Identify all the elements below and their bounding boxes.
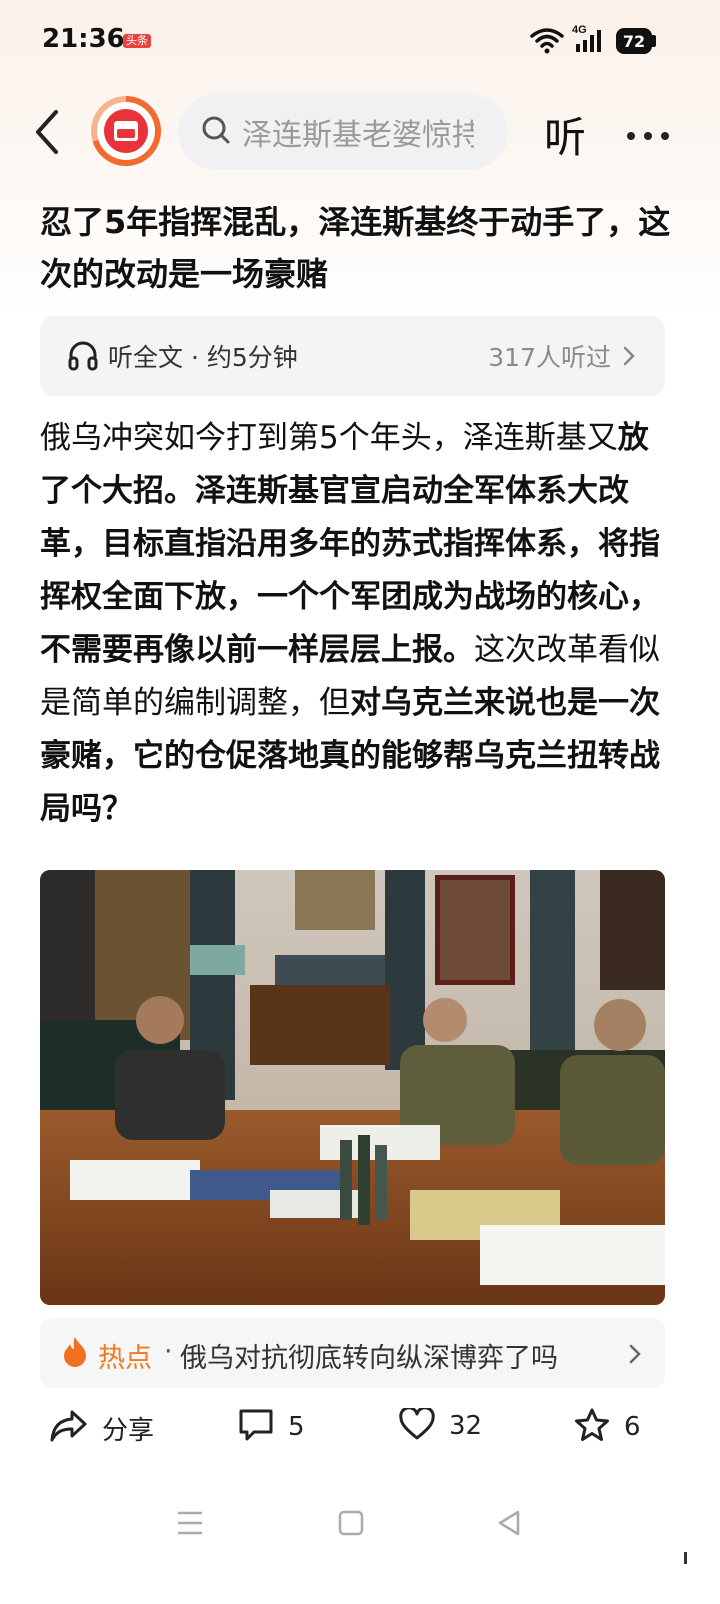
- like-button[interactable]: 32: [399, 1406, 483, 1444]
- favorite-count: 6: [624, 1412, 641, 1442]
- article-photo[interactable]: [40, 870, 665, 1305]
- status-bar: 21:36 头条 4G 72: [0, 0, 720, 82]
- screen-edge-indicator: [684, 1552, 687, 1564]
- flame-icon: [62, 1336, 88, 1372]
- hot-topic-bar[interactable]: 热点 · 俄乌对抗彻底转向纵深博弈了吗: [40, 1318, 665, 1388]
- top-nav: 泽连斯基老婆惊持 听: [0, 88, 720, 176]
- system-nav-bar: [0, 1490, 720, 1570]
- more-icon[interactable]: [626, 126, 670, 145]
- share-label: 分享: [102, 1415, 155, 1446]
- search-icon: [200, 114, 232, 150]
- signal-icon: 4G: [572, 22, 606, 58]
- article-title: 忍了5年指挥混乱，泽连斯基终于动手了，这次的改动是一场豪赌: [40, 203, 671, 293]
- star-icon: [574, 1408, 610, 1446]
- favorite-button[interactable]: 6: [574, 1408, 641, 1446]
- back-nav-icon[interactable]: [496, 1510, 522, 1540]
- body-text-1: 俄乌冲突如今打到第5个年头，泽连斯基又: [40, 420, 618, 456]
- battery-tip: [652, 35, 656, 47]
- share-button[interactable]: 分享: [50, 1408, 154, 1448]
- wifi-icon: [530, 26, 564, 58]
- home-icon[interactable]: [338, 1510, 364, 1540]
- share-icon: [50, 1408, 88, 1448]
- like-count: 32: [449, 1411, 483, 1441]
- battery-indicator: 72: [616, 28, 652, 54]
- article-body: 俄乌冲突如今打到第5个年头，泽连斯基又放了个大招。泽连斯基官宣启动全军体系大改革…: [40, 412, 666, 836]
- hot-topic-text: 俄乌对抗彻底转向纵深博弈了吗: [180, 1343, 558, 1374]
- action-bar: 分享 5 32 6: [0, 1398, 720, 1468]
- listen-label: 听全文 · 约5分钟: [108, 343, 298, 372]
- listen-button[interactable]: 听: [544, 104, 586, 165]
- search-placeholder: 泽连斯基老婆惊持: [242, 118, 474, 153]
- comment-count: 5: [288, 1412, 305, 1442]
- app-badge: 头条: [123, 34, 151, 48]
- app-logo[interactable]: [91, 96, 161, 166]
- back-icon[interactable]: [30, 108, 62, 160]
- comment-button[interactable]: 5: [238, 1408, 305, 1446]
- menu-icon[interactable]: [176, 1510, 204, 1540]
- status-time: 21:36: [42, 24, 125, 54]
- body-text-2: 放了个大招。泽连斯基官宣启动全军体系大改革，目标直指沿用多年的苏式指挥体系，将指…: [40, 420, 660, 668]
- chevron-right-icon: [623, 346, 635, 370]
- search-box[interactable]: 泽连斯基老婆惊持: [178, 94, 508, 170]
- listen-count: 317人听过: [488, 343, 611, 372]
- chevron-right-icon: [629, 1344, 641, 1368]
- hot-topic-separator: ·: [164, 1336, 173, 1367]
- hot-topic-tag: 热点: [98, 1343, 152, 1374]
- listen-bar[interactable]: 听全文 · 约5分钟 317人听过: [40, 316, 665, 396]
- headphones-icon: [68, 340, 98, 376]
- comment-icon: [238, 1408, 274, 1446]
- heart-icon: [399, 1406, 435, 1444]
- network-type: 4G: [572, 24, 587, 36]
